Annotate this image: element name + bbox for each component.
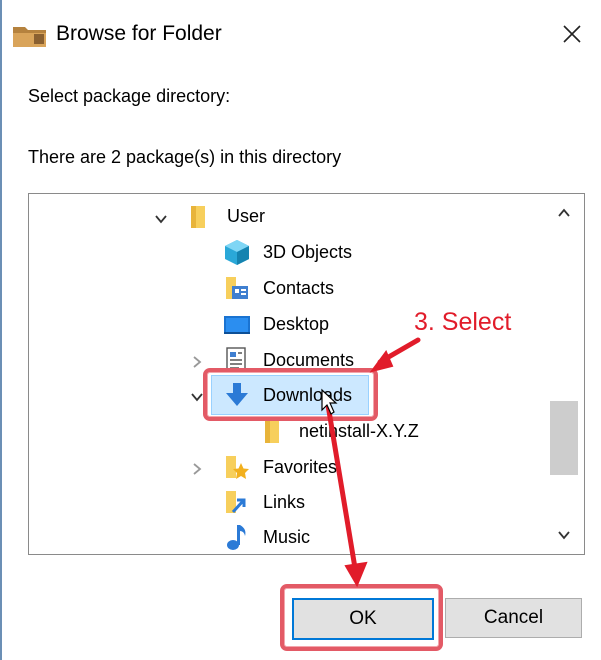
tree-item-label: Desktop — [263, 313, 330, 334]
tree-item-label: Contacts — [263, 277, 335, 298]
chevron-down-icon[interactable] — [153, 211, 169, 227]
close-button[interactable] — [552, 14, 592, 54]
contacts-icon — [226, 277, 248, 299]
tree-item-label: Music — [263, 526, 311, 547]
chevron-down-icon — [558, 531, 570, 540]
chevron-right-icon[interactable] — [189, 354, 205, 370]
tree-item-user[interactable]: User — [187, 198, 265, 234]
links-icon — [226, 491, 246, 514]
prompt-label: Select package directory: — [28, 86, 231, 106]
tree-item-label: netinstall-X.Y.Z — [299, 420, 419, 441]
folder-icon — [191, 206, 205, 228]
3d-objects-icon — [225, 240, 249, 265]
scrollbar-thumb[interactable] — [550, 401, 578, 475]
music-icon — [227, 525, 246, 550]
title-bar: Browse for Folder — [0, 0, 601, 70]
tree-item-links[interactable]: Links — [223, 484, 305, 520]
tree-item-label: User — [227, 205, 266, 226]
favorites-icon — [226, 456, 249, 479]
window-title: Browse for Folder — [56, 22, 222, 45]
tree-item-contacts[interactable]: Contacts — [223, 270, 334, 306]
scroll-down-button[interactable] — [547, 520, 581, 550]
tree-item-label: Links — [263, 491, 306, 512]
tree-item-desktop[interactable]: Desktop — [223, 306, 329, 342]
chevron-up-icon — [558, 208, 570, 217]
package-count-label: There are 2 package(s) in this directory — [28, 147, 342, 167]
ok-highlight-box — [280, 584, 443, 651]
annotation-label: 3. Select — [414, 308, 512, 336]
tree-item-3d-objects[interactable]: 3D Objects — [223, 234, 352, 270]
downloads-highlight-box — [203, 368, 378, 421]
tree-item-music[interactable]: Music — [223, 519, 311, 554]
cancel-button[interactable]: Cancel — [445, 598, 582, 638]
package-folder-icon — [13, 27, 46, 47]
scroll-up-button[interactable] — [547, 198, 581, 228]
tree-item-label: Favorites — [263, 456, 338, 477]
close-icon — [563, 25, 581, 43]
folder-icon — [265, 421, 279, 443]
chevron-right-icon[interactable] — [189, 461, 205, 477]
tree-item-label: 3D Objects — [263, 241, 353, 262]
window-border — [0, 0, 2, 660]
desktop-icon — [224, 316, 250, 334]
tree-item-favorites[interactable]: Favorites — [223, 449, 337, 485]
